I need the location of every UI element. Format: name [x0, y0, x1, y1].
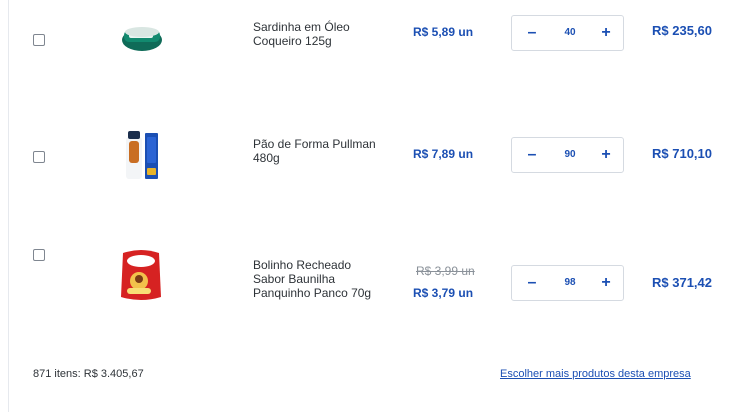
unit-price: R$ 7,89 un: [413, 147, 474, 161]
select-checkbox[interactable]: [33, 249, 45, 261]
quantity-stepper: – 90 +: [511, 137, 624, 173]
minus-button[interactable]: –: [520, 266, 544, 300]
product-image: [126, 131, 158, 179]
old-unit-price: R$ 3,99 un: [416, 264, 475, 278]
cart-row: Bolinho Recheado Sabor Baunilha Panquinh…: [0, 220, 743, 330]
unit-price: R$ 3,79 un: [413, 286, 474, 300]
cart-row: Sardinha em Óleo Coqueiro 125g R$ 5,89 u…: [0, 0, 743, 110]
quantity-value[interactable]: 90: [548, 138, 592, 172]
select-checkbox[interactable]: [33, 151, 45, 163]
quantity-value[interactable]: 40: [548, 16, 592, 50]
cart-row: Pão de Forma Pullman 480g R$ 7,89 un – 9…: [0, 110, 743, 220]
minus-button[interactable]: –: [520, 16, 544, 50]
product-image: [122, 27, 162, 51]
minus-icon: –: [527, 146, 537, 163]
cart-summary: 871 itens: R$ 3.405,67: [33, 368, 144, 380]
minus-icon: –: [527, 24, 537, 41]
product-name: Pão de Forma Pullman 480g: [253, 137, 376, 165]
minus-icon: –: [527, 274, 537, 291]
more-products-link[interactable]: Escolher mais produtos desta empresa: [500, 368, 691, 380]
product-name: Sardinha em Óleo Coqueiro 125g: [253, 20, 350, 48]
plus-icon: +: [601, 146, 611, 163]
plus-icon: +: [601, 274, 611, 291]
line-total: R$ 235,60: [652, 23, 712, 38]
plus-icon: +: [601, 24, 611, 41]
unit-price: R$ 5,89 un: [413, 25, 474, 39]
plus-button[interactable]: +: [594, 138, 618, 172]
quantity-value[interactable]: 98: [548, 266, 592, 300]
plus-button[interactable]: +: [594, 266, 618, 300]
select-checkbox[interactable]: [33, 34, 45, 46]
quantity-stepper: – 40 +: [511, 15, 624, 51]
minus-button[interactable]: –: [520, 138, 544, 172]
line-total: R$ 710,10: [652, 146, 712, 161]
product-image: [121, 250, 161, 300]
plus-button[interactable]: +: [594, 16, 618, 50]
product-name: Bolinho Recheado Sabor Baunilha Panquinh…: [253, 258, 372, 300]
quantity-stepper: – 98 +: [511, 265, 624, 301]
line-total: R$ 371,42: [652, 275, 712, 290]
